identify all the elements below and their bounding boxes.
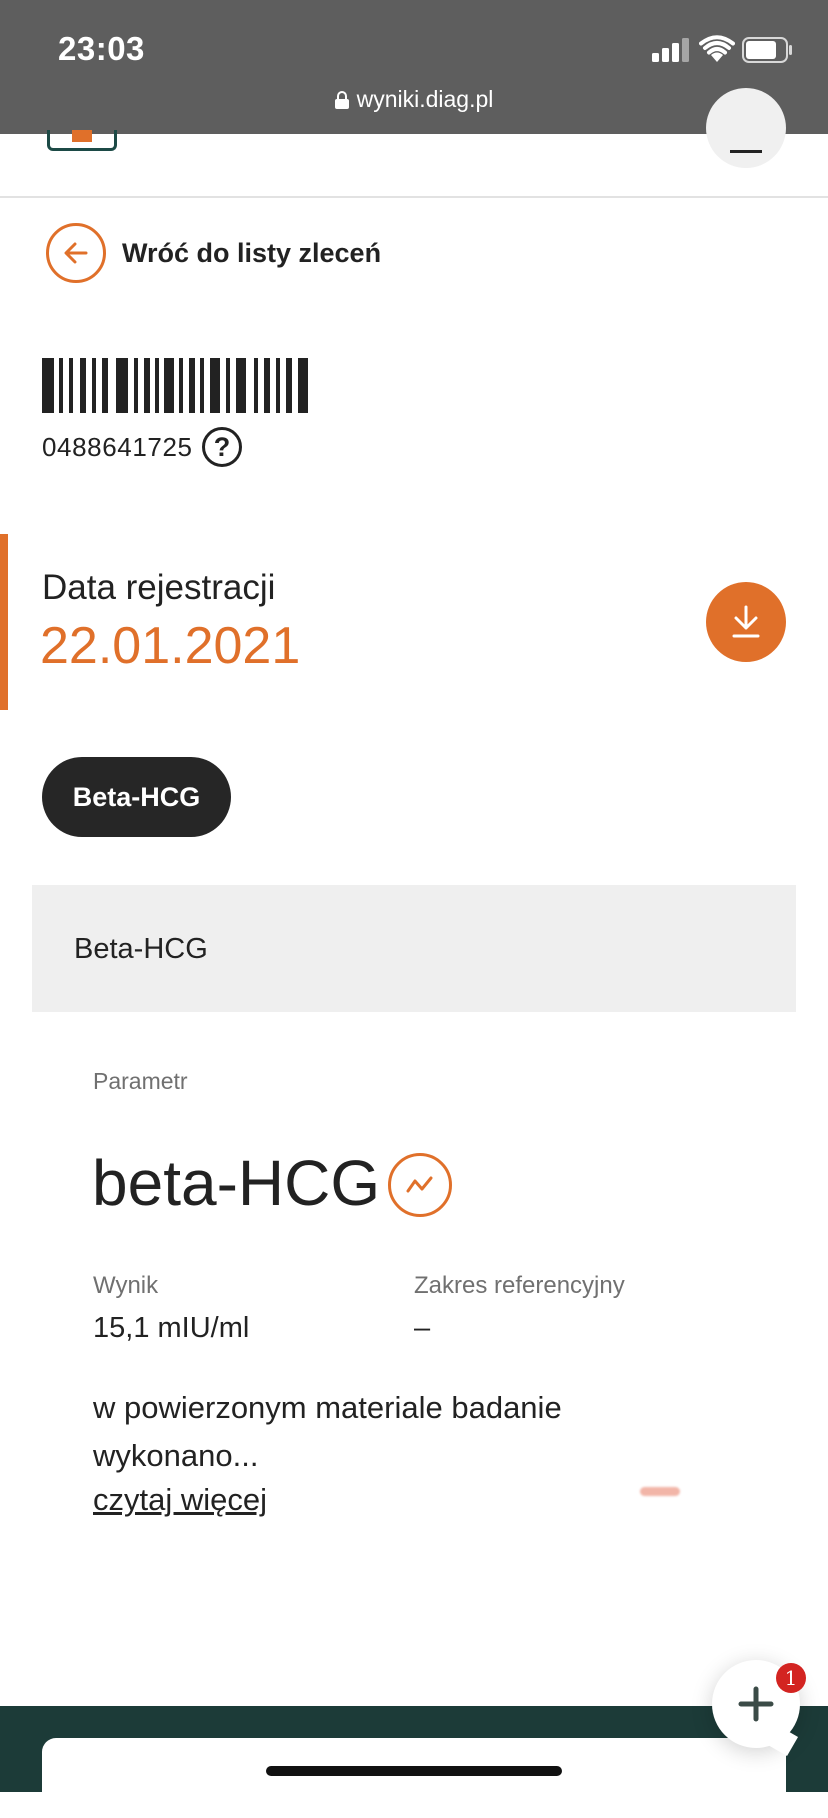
page-bottom-edge: [0, 1660, 828, 1706]
home-indicator[interactable]: [266, 1766, 562, 1776]
status-time: 23:03: [58, 30, 145, 67]
registration-accent-bar: [0, 534, 8, 710]
reference-range-value: –: [414, 1312, 431, 1344]
battery-icon: [742, 37, 792, 63]
barcode-number: 0488641725: [42, 432, 193, 462]
barcode-image: [42, 358, 308, 413]
site-logo[interactable]: [47, 130, 117, 151]
result-value: 15,1 mIU/ml: [93, 1312, 250, 1344]
notification-badge: 1: [776, 1663, 806, 1693]
back-arrow-icon: [46, 223, 106, 283]
parameter-name: beta-HCG: [92, 1147, 381, 1219]
result-comment: w powierzonym materiale badanie wykonano…: [93, 1390, 562, 1473]
footer-card: [42, 1738, 786, 1818]
registration-label: Data rejestracji: [42, 568, 276, 607]
redaction-mark: [640, 1487, 680, 1496]
reference-range-label: Zakres referencyjny: [414, 1272, 625, 1299]
test-section-header: Beta-HCG: [32, 885, 796, 1012]
parameter-label: Parametr: [93, 1068, 188, 1094]
test-section-title: Beta-HCG: [74, 933, 208, 965]
test-filter-pill[interactable]: Beta-HCG: [42, 757, 231, 837]
back-link-label: Wróć do listy zleceń: [122, 237, 382, 268]
download-button[interactable]: [706, 582, 786, 662]
registration-date: 22.01.2021: [40, 617, 301, 675]
result-label: Wynik: [93, 1272, 159, 1299]
wifi-icon: [699, 35, 735, 62]
menu-button[interactable]: [706, 88, 786, 168]
plus-icon: [738, 1686, 774, 1722]
url-bar[interactable]: wyniki.diag.pl: [0, 86, 828, 113]
read-more-link[interactable]: czytaj więcej: [93, 1482, 267, 1518]
url-text: wyniki.diag.pl: [356, 86, 494, 112]
cellular-signal-icon: [652, 38, 690, 62]
trend-chart-icon[interactable]: [388, 1153, 452, 1217]
back-to-orders-link[interactable]: Wróć do listy zleceń: [46, 220, 381, 286]
site-header: [0, 88, 828, 198]
help-icon[interactable]: ?: [202, 427, 242, 467]
status-bar: 23:03 wyniki.diag.pl: [0, 0, 828, 134]
download-icon: [732, 605, 760, 638]
lock-icon: [334, 91, 349, 109]
